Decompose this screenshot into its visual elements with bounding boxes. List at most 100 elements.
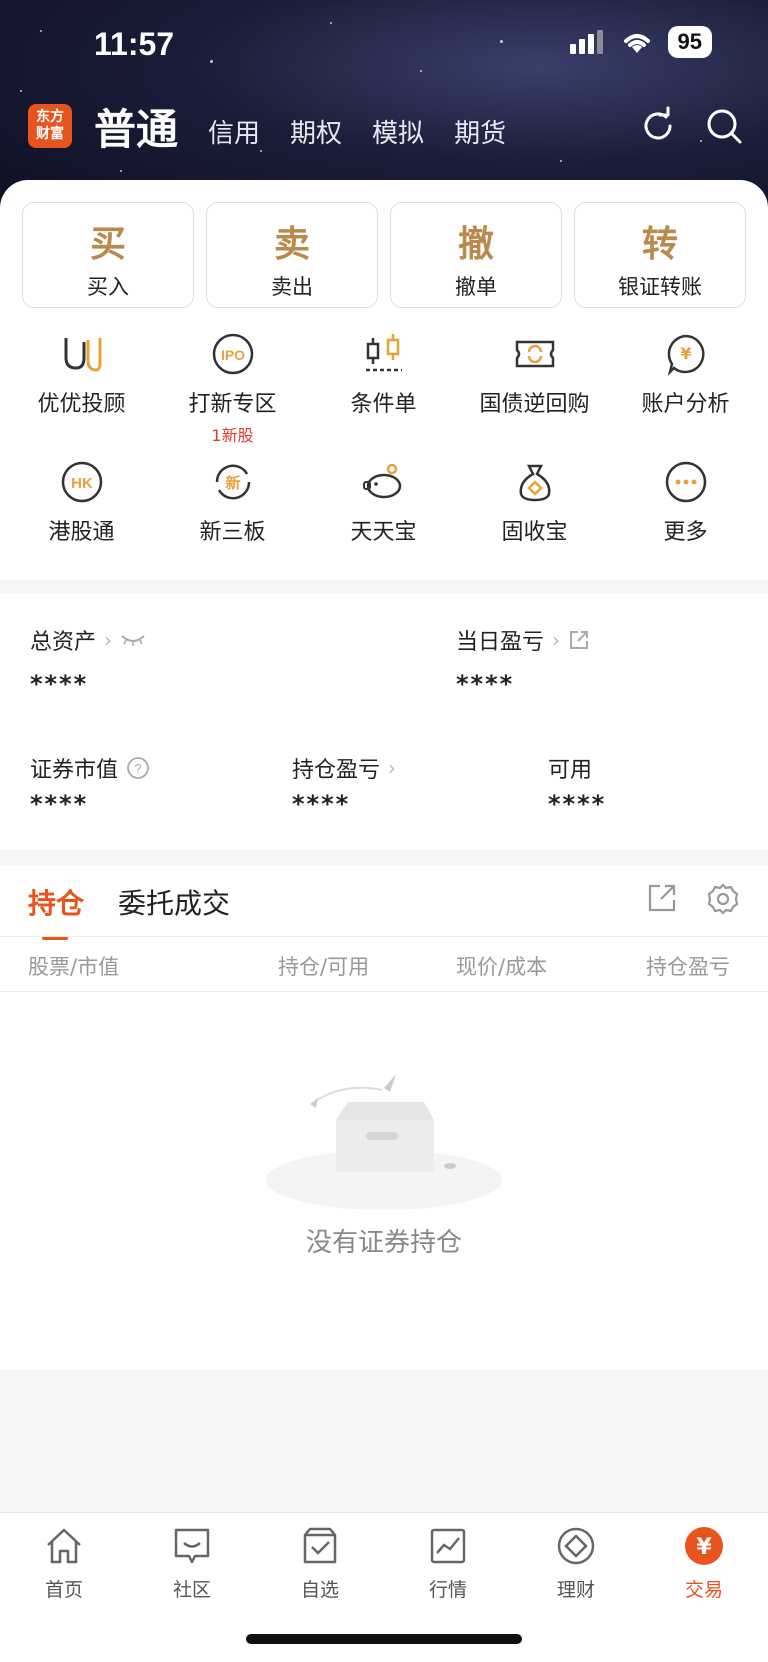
available-text: 可用: [548, 758, 593, 783]
new-board-icon: 新: [215, 464, 250, 500]
help-icon[interactable]: ?: [126, 756, 150, 780]
nav-watchlist[interactable]: 自选: [270, 1525, 370, 1602]
repo-icon: [515, 340, 554, 368]
daily-pl-label[interactable]: 当日盈亏 ›: [456, 624, 590, 656]
trade-icon: ¥: [685, 1527, 723, 1565]
nav-community[interactable]: 社区: [142, 1525, 242, 1602]
feature-condition-order[interactable]: 条件单: [308, 332, 459, 460]
tab-credit[interactable]: 信用: [208, 113, 260, 150]
nav-home[interactable]: 首页: [14, 1525, 114, 1602]
nav-trade[interactable]: ¥ 交易: [654, 1525, 754, 1602]
buy-label: 买入: [87, 275, 129, 299]
money-bag-icon: [519, 464, 550, 502]
svg-text:新: 新: [225, 474, 240, 492]
home-indicator[interactable]: [246, 1634, 522, 1644]
positions-panel: 持仓 委托成交 股票/市值 持仓/可用 现价/成本 持仓盈亏 没有证券持仓: [0, 866, 768, 1370]
column-holding: 持仓/可用: [278, 955, 370, 979]
feature-ipo[interactable]: IPO 打新专区 1新股: [157, 332, 308, 460]
piggy-bank-icon: [362, 463, 401, 499]
feature-uu-advisor[interactable]: 优优投顾: [6, 332, 157, 460]
nav-market[interactable]: 行情: [398, 1525, 498, 1602]
eye-closed-icon[interactable]: [120, 632, 146, 648]
feature-label: 天天宝: [350, 520, 417, 545]
column-stock: 股票/市值: [28, 955, 120, 979]
logo-line1: 东方: [36, 109, 64, 125]
more-icon: [665, 461, 706, 503]
uu-icon: [64, 338, 101, 372]
svg-text:¥: ¥: [680, 344, 691, 363]
feature-label: 账户分析: [641, 392, 730, 417]
column-price: 现价/成本: [456, 955, 548, 979]
share-icon[interactable]: [568, 629, 590, 651]
positions-table-header: 股票/市值 持仓/可用 现价/成本 持仓盈亏: [0, 936, 768, 992]
transfer-glyph: 转: [641, 223, 678, 265]
sell-glyph: 卖: [273, 223, 310, 265]
nav-wealth[interactable]: 理财: [526, 1525, 626, 1602]
feature-hk-connect[interactable]: HK 港股通: [6, 460, 157, 588]
market-icon: [430, 1528, 466, 1564]
settings-gear-icon[interactable]: [706, 882, 740, 916]
status-indicators: 95: [569, 26, 712, 58]
cancel-glyph: 撤: [457, 223, 494, 265]
column-pl: 持仓盈亏: [646, 955, 730, 979]
tab-normal[interactable]: 普通: [94, 96, 178, 157]
chevron-right-icon: ›: [388, 756, 397, 780]
nav-label: 自选: [300, 1579, 339, 1601]
total-assets-value: ****: [30, 670, 89, 698]
status-time: 11:57: [94, 26, 175, 62]
market-value-value: ****: [30, 790, 89, 818]
feature-new-third-board[interactable]: 新 新三板: [157, 460, 308, 588]
feature-label: 更多: [663, 520, 708, 545]
asset-summary: 总资产 › **** 当日盈亏 › **** 证券市值 ? **** 持仓盈亏 …: [0, 594, 768, 850]
hk-icon: HK: [61, 461, 102, 503]
feature-label: 港股通: [48, 520, 115, 545]
feature-more[interactable]: 更多: [610, 460, 761, 588]
tab-options[interactable]: 期权: [290, 113, 342, 150]
feature-repo[interactable]: 国债逆回购: [459, 332, 610, 460]
daily-pl-text: 当日盈亏: [456, 630, 545, 655]
feature-label: 新三板: [199, 520, 266, 545]
position-pl-label[interactable]: 持仓盈亏 ›: [292, 752, 396, 784]
tab-futures[interactable]: 期货: [454, 113, 506, 150]
home-icon: [47, 1528, 81, 1564]
new-stock-badge: 1新股: [211, 426, 254, 445]
buy-button[interactable]: 买 买入: [22, 202, 194, 308]
total-assets-label[interactable]: 总资产 ›: [30, 624, 146, 656]
sell-label: 卖出: [271, 275, 313, 299]
svg-text:?: ?: [134, 761, 141, 776]
nav-label: 交易: [684, 1579, 723, 1601]
svg-text:¥: ¥: [696, 1535, 712, 1560]
available-label: 可用: [548, 752, 592, 784]
total-assets-text: 总资产: [30, 630, 97, 655]
nav-label: 行情: [428, 1579, 467, 1601]
export-icon[interactable]: [646, 882, 678, 914]
nav-label: 首页: [44, 1579, 83, 1601]
available-value: ****: [548, 790, 607, 818]
cancel-label: 撤单: [455, 275, 497, 299]
tab-orders[interactable]: 委托成交: [118, 882, 230, 922]
feature-label: 国债逆回购: [479, 392, 590, 417]
bank-transfer-button[interactable]: 转 银证转账: [574, 202, 746, 308]
account-type-nav: 东方 财富 普通 信用 期权 模拟 期货: [28, 96, 744, 156]
feature-gushoubao[interactable]: 固收宝: [459, 460, 610, 588]
ipo-icon: IPO: [212, 333, 253, 375]
logo-line2: 财富: [36, 126, 64, 142]
sell-button[interactable]: 卖 卖出: [206, 202, 378, 308]
tab-positions[interactable]: 持仓: [28, 882, 84, 940]
empty-positions-text: 没有证券持仓: [305, 1228, 462, 1258]
tab-simulation[interactable]: 模拟: [372, 113, 424, 150]
feature-label: 优优投顾: [37, 392, 126, 417]
svg-text:HK: HK: [71, 475, 93, 492]
feature-account-analysis[interactable]: ¥ 账户分析: [610, 332, 761, 460]
position-pl-value: ****: [292, 790, 351, 818]
cancel-order-button[interactable]: 撤 撤单: [390, 202, 562, 308]
app-logo[interactable]: 东方 财富: [28, 104, 72, 148]
wifi-icon: [623, 34, 650, 53]
search-icon[interactable]: [704, 106, 744, 146]
feature-tiantianbao[interactable]: 天天宝: [308, 460, 459, 588]
feature-label: 条件单: [350, 392, 417, 417]
nav-label: 理财: [556, 1579, 595, 1601]
nav-label: 社区: [172, 1579, 211, 1601]
refresh-icon[interactable]: [638, 106, 678, 146]
chevron-right-icon: ›: [552, 628, 561, 652]
